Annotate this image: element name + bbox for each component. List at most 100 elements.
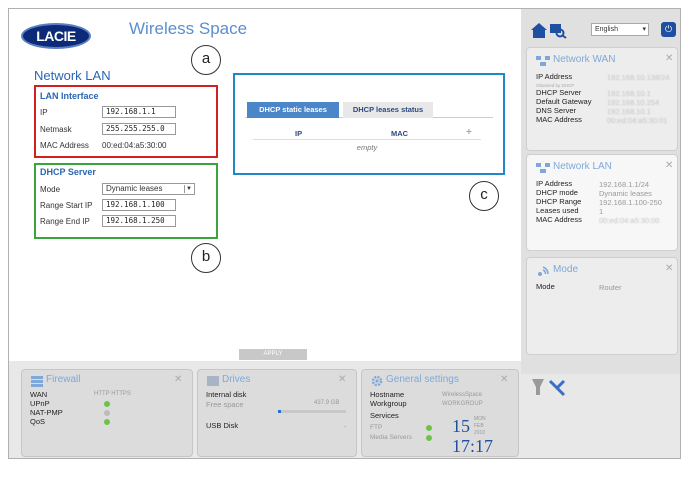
network-lan-widget: Network LAN ✕ IP Address 192.168.1.1/24 … (526, 154, 678, 251)
lan-dhcp-mode-value: Dynamic leases (599, 189, 652, 198)
lan-ip-value: 192.168.1.1/24 (599, 180, 650, 189)
chevron-down-icon: ▾ (642, 26, 646, 33)
range-end-field[interactable]: 192.168.1.250 (102, 215, 176, 227)
wifi-icon (538, 266, 549, 276)
mode-widget-title: Mode (553, 264, 579, 275)
callout-b: b (191, 243, 221, 273)
gear-icon (371, 375, 383, 387)
wan-dhcp-server-value: 192.168.10.1 (607, 89, 651, 98)
lan-mac-value: 00:ed:04:a5:30:00 (599, 216, 660, 225)
mode-label: Mode (40, 185, 61, 194)
firewall-widget: Firewall ✕ WAN HTTP HTTPS UPnP NAT-PMP Q… (21, 369, 193, 457)
range-start-label: Range Start IP (40, 201, 93, 210)
hostname-value: WirelessSpace (442, 392, 483, 398)
drives-widget: Drives ✕ Internal disk Free space 437.9 … (197, 369, 357, 457)
language-value: English (595, 26, 618, 33)
lan-interface-title: LAN Interface (40, 91, 99, 101)
usb-disk-value: - (344, 422, 347, 431)
chevron-down-icon: ▼ (184, 185, 193, 193)
close-icon[interactable]: ✕ (665, 53, 673, 64)
wrench-icon (548, 379, 566, 397)
close-icon[interactable]: ✕ (665, 263, 673, 274)
close-icon[interactable]: ✕ (338, 374, 346, 385)
tab-leases-status[interactable]: DHCP leases status (343, 102, 433, 118)
tab-static-leases[interactable]: DHCP static leases (247, 102, 339, 118)
mode-select-value: Dynamic leases (106, 184, 163, 193)
leases-table-header: IP MAC + (253, 126, 481, 140)
lan-dhcp-range-value: 192.168.1.100-250 (599, 198, 662, 207)
qos-status-icon (104, 419, 110, 425)
wan-mac-label: MAC Address (536, 115, 582, 124)
range-end-label: Range End IP (40, 217, 90, 226)
mac-value: 00:ed:04:a5:30:00 (102, 141, 167, 150)
network-icon (536, 163, 550, 173)
clock-time: 17:17 (452, 436, 494, 456)
media-servers-status-icon (426, 435, 432, 441)
wan-dns-value: 192.168.10.1 (607, 107, 651, 116)
close-icon[interactable]: ✕ (174, 374, 182, 385)
internal-disk-label: Internal disk (206, 390, 247, 399)
network-wan-title: Network WAN (553, 54, 616, 65)
apply-button[interactable]: APPLY (239, 349, 307, 360)
network-icon (536, 56, 550, 66)
add-icon[interactable]: + (466, 127, 472, 138)
callout-a: a (191, 45, 221, 75)
funnel-icon (532, 379, 544, 395)
callout-c: c (469, 181, 499, 211)
firewall-icon (31, 376, 43, 387)
ip-field[interactable]: 192.168.1.1 (102, 106, 176, 118)
network-lan-title: Network LAN (553, 161, 612, 172)
product-name: Wireless Space (129, 19, 248, 38)
media-servers-label: Media Servers (370, 434, 412, 441)
close-icon[interactable]: ✕ (665, 160, 673, 171)
date-day: 15 (452, 416, 470, 436)
wan-ip-value: 192.168.10.138/24 (607, 73, 670, 82)
ip-label: IP (40, 108, 48, 117)
disk-usage-bar (278, 410, 346, 413)
wan-mac-value: 00:ed:04:a5:30:01 (607, 116, 668, 125)
header: LACIE Wireless Space (9, 9, 521, 59)
netmask-field[interactable]: 255.255.255.0 (102, 123, 176, 135)
close-icon[interactable]: ✕ (500, 374, 508, 385)
wan-ip-label: IP Address (536, 72, 573, 81)
usb-disk-label: USB Disk (206, 421, 239, 430)
app-frame: LACIE Wireless Space Network LAN a b c L… (8, 8, 681, 459)
workgroup-label: Workgroup (370, 399, 407, 408)
power-icon[interactable]: ⏻ (661, 22, 676, 37)
services-label: Services (370, 411, 399, 420)
dhcp-server-title: DHCP Server (40, 167, 96, 177)
wan-value: HTTP HTTPS (94, 391, 131, 397)
qos-label: QoS (30, 417, 46, 426)
drive-icon (207, 376, 219, 386)
lan-leases-value: 1 (599, 207, 604, 216)
date-weekday: MON (474, 416, 486, 422)
column-mac: MAC (391, 129, 409, 138)
language-select[interactable]: English ▾ (591, 23, 649, 36)
general-settings-title: General settings (386, 374, 459, 385)
workgroup-value: WORKGROUP (442, 401, 483, 407)
leases-highlight (233, 73, 505, 175)
mode-widget: Mode ✕ Mode Router (526, 257, 678, 355)
netmask-label: Netmask (40, 125, 72, 134)
mode-label: Mode (536, 282, 555, 291)
leases-tabbar: DHCP static leases DHCP leases status (245, 102, 493, 118)
leases-empty-text: empty (356, 143, 378, 152)
lacie-logo[interactable]: LACIE (21, 23, 91, 49)
home-icon[interactable] (530, 21, 568, 39)
drives-title: Drives (222, 374, 251, 385)
lan-mac-label: MAC Address (536, 215, 582, 224)
range-start-field[interactable]: 192.168.1.100 (102, 199, 176, 211)
mac-label: MAC Address (40, 141, 89, 150)
topbar-icons (530, 21, 568, 41)
general-settings-widget: General settings ✕ Hostname WirelessSpac… (361, 369, 519, 457)
mode-select[interactable]: Dynamic leases ▼ (102, 183, 195, 195)
ftp-label: FTP (370, 424, 383, 431)
ftp-status-icon (426, 425, 432, 431)
upnp-status-icon (104, 401, 110, 407)
free-space-label: Free space (206, 400, 244, 409)
firewall-title: Firewall (46, 374, 81, 385)
free-space-value: 437.9 GB (314, 400, 340, 406)
tools-icons[interactable] (530, 377, 570, 399)
column-ip: IP (295, 129, 303, 138)
date-month: FEB (474, 423, 484, 429)
